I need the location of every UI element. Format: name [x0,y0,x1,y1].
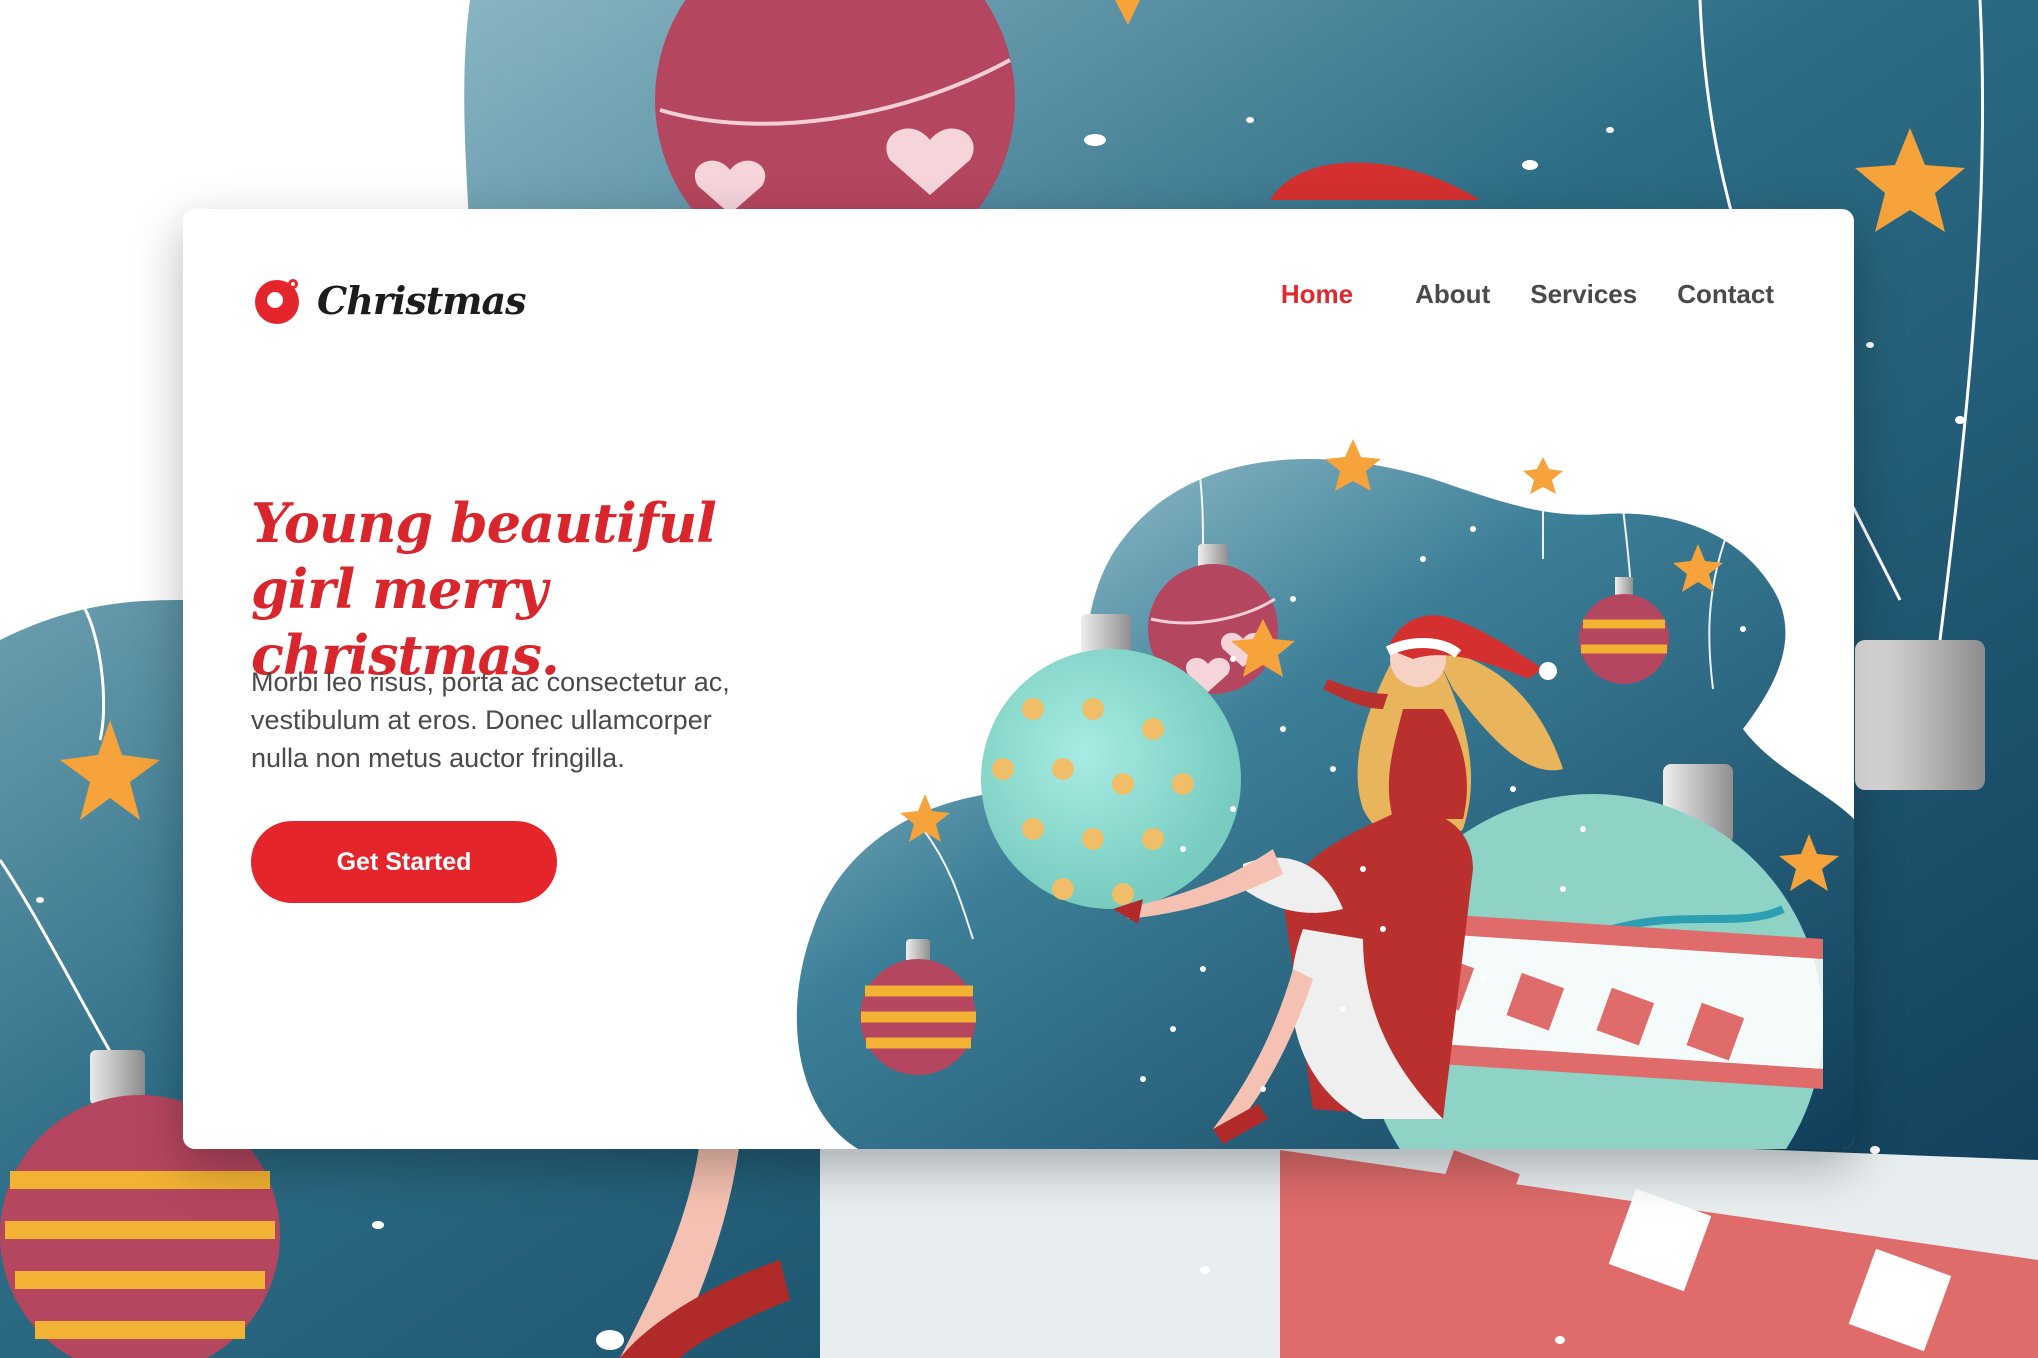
hero-description: Morbi leo risus, porta ac consectetur ac… [251,663,851,777]
ornament-logo-icon [255,279,299,324]
landing-card: Christmas Home About Services Contact Yo… [183,209,1854,1149]
get-started-button[interactable]: Get Started [251,821,557,903]
main-nav: Home About Services Contact [1281,279,1774,310]
brand-name: Christmas [317,277,526,323]
hero-description-line2: vestibulum at eros. Donec ullamcorper [251,705,712,735]
hero-description-line3: nulla non metus auctor fringilla. [251,743,625,773]
nav-item-contact[interactable]: Contact [1677,279,1774,310]
hero-headline: Young beautiful girl merry christmas. [251,490,871,688]
brand-logo[interactable]: Christmas [251,274,526,326]
nav-item-about[interactable]: About [1415,279,1490,310]
nav-item-services[interactable]: Services [1530,279,1637,310]
hero-description-line1: Morbi leo risus, porta ac consectetur ac… [251,667,730,697]
hero-headline-line1: Young beautiful [251,491,717,556]
nav-item-home[interactable]: Home [1281,279,1353,310]
